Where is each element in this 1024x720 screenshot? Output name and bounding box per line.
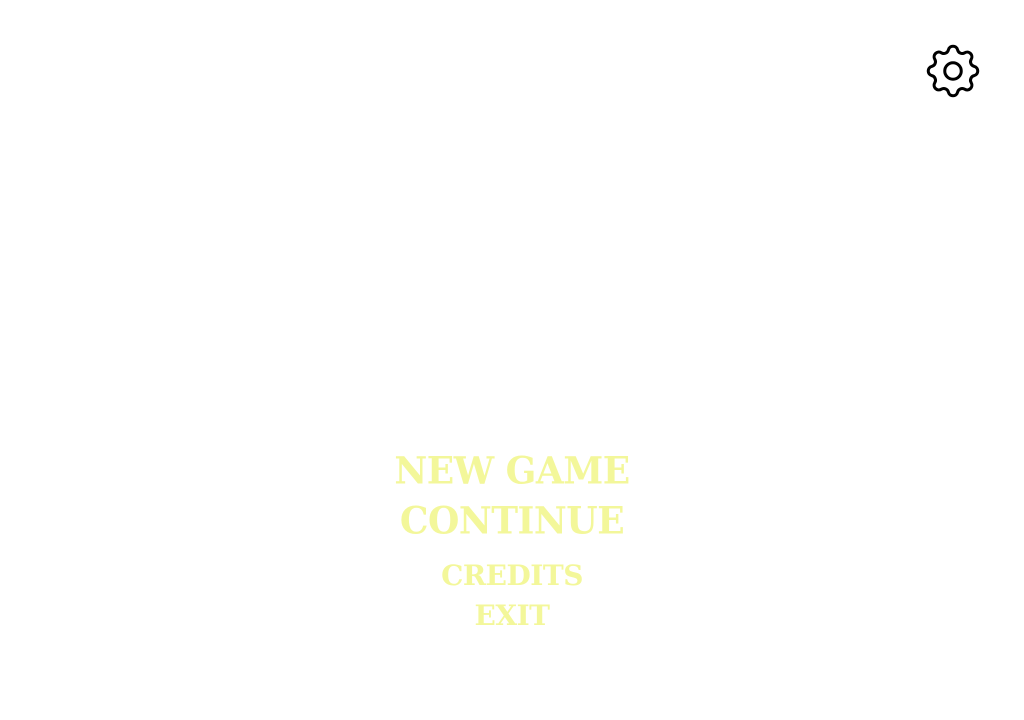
main-menu-screen: NEW GAME CONTINUE CREDITS EXIT bbox=[0, 0, 1024, 720]
gear-icon bbox=[926, 44, 980, 98]
new-game-button[interactable]: NEW GAME bbox=[0, 445, 1024, 498]
continue-button[interactable]: CONTINUE bbox=[0, 495, 1024, 548]
main-menu: NEW GAME CONTINUE CREDITS EXIT bbox=[0, 446, 1024, 636]
settings-button[interactable] bbox=[920, 38, 986, 104]
exit-button[interactable]: EXIT bbox=[0, 596, 1024, 636]
credits-button[interactable]: CREDITS bbox=[0, 556, 1024, 596]
menu-spacer bbox=[0, 546, 1024, 556]
